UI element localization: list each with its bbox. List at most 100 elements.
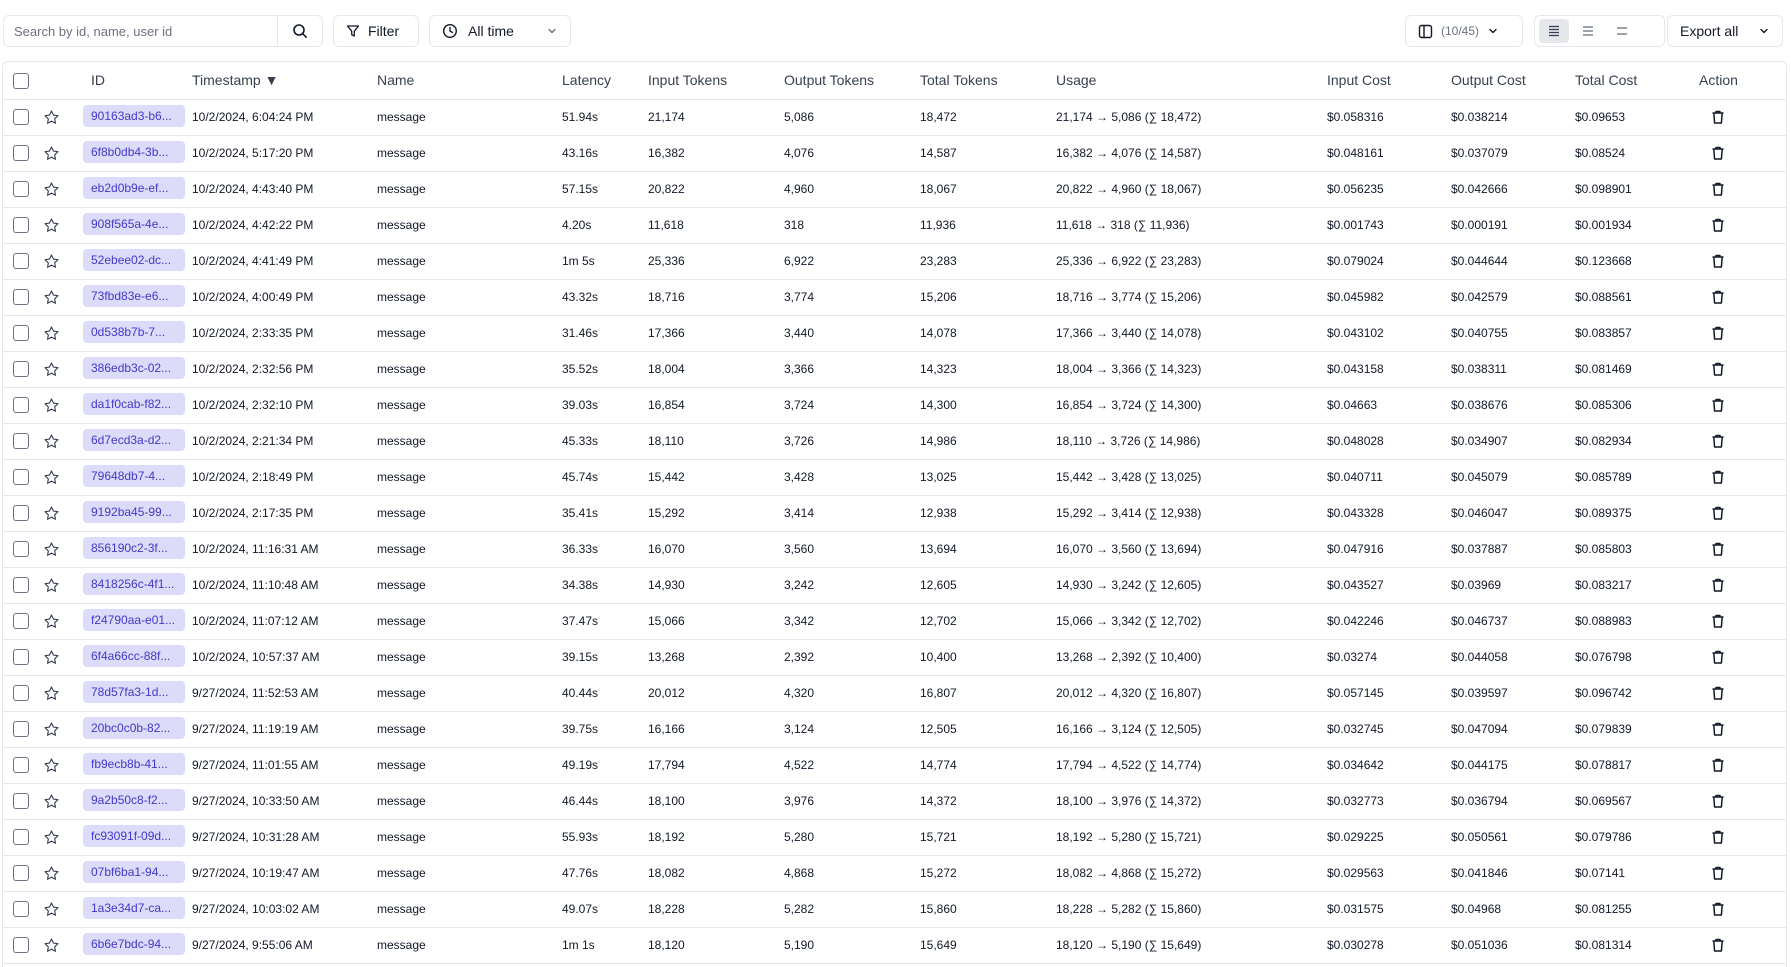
trace-id-link[interactable]: 78d57fa3-1d... bbox=[83, 680, 185, 703]
table-row[interactable]: 9a2b50c8-f2... 9/27/2024, 10:33:50 AM me… bbox=[3, 783, 1786, 820]
delete-button[interactable] bbox=[1699, 109, 1786, 125]
row-checkbox[interactable] bbox=[13, 865, 29, 881]
star-button[interactable] bbox=[43, 361, 81, 378]
header-input-cost[interactable]: Input Cost bbox=[1327, 62, 1451, 100]
header-name[interactable]: Name bbox=[377, 62, 562, 100]
delete-button[interactable] bbox=[1699, 721, 1786, 737]
star-button[interactable] bbox=[43, 577, 81, 594]
delete-button[interactable] bbox=[1699, 685, 1786, 701]
header-usage[interactable]: Usage bbox=[1056, 62, 1327, 100]
row-checkbox[interactable] bbox=[13, 217, 29, 233]
table-row[interactable]: 856190c2-3f... 10/2/2024, 11:16:31 AM me… bbox=[3, 531, 1786, 568]
trace-id-link[interactable]: 6d7ecd3a-d2... bbox=[83, 428, 185, 451]
table-row[interactable]: fb9ecb8b-41... 9/27/2024, 11:01:55 AM me… bbox=[3, 747, 1786, 784]
row-checkbox[interactable] bbox=[13, 181, 29, 197]
delete-button[interactable] bbox=[1699, 829, 1786, 845]
delete-button[interactable] bbox=[1699, 793, 1786, 809]
search-button[interactable] bbox=[277, 16, 322, 46]
row-checkbox[interactable] bbox=[13, 469, 29, 485]
table-row[interactable]: 52ebee02-dc... 10/2/2024, 4:41:49 PM mes… bbox=[3, 243, 1786, 280]
row-checkbox[interactable] bbox=[13, 289, 29, 305]
row-checkbox[interactable] bbox=[13, 145, 29, 161]
delete-button[interactable] bbox=[1699, 325, 1786, 341]
row-checkbox[interactable] bbox=[13, 613, 29, 629]
row-checkbox[interactable] bbox=[13, 397, 29, 413]
delete-button[interactable] bbox=[1699, 577, 1786, 593]
trace-id-link[interactable]: 79648db7-4... bbox=[83, 464, 185, 487]
star-button[interactable] bbox=[43, 109, 81, 126]
delete-button[interactable] bbox=[1699, 145, 1786, 161]
star-button[interactable] bbox=[43, 325, 81, 342]
trace-id-link[interactable]: 1a3e34d7-ca... bbox=[83, 896, 185, 919]
header-timestamp[interactable]: Timestamp ▼ bbox=[192, 62, 377, 100]
row-checkbox[interactable] bbox=[13, 109, 29, 125]
star-button[interactable] bbox=[43, 541, 81, 558]
row-checkbox[interactable] bbox=[13, 433, 29, 449]
star-button[interactable] bbox=[43, 865, 81, 882]
delete-button[interactable] bbox=[1699, 289, 1786, 305]
delete-button[interactable] bbox=[1699, 469, 1786, 485]
header-output-tokens[interactable]: Output Tokens bbox=[784, 62, 920, 100]
row-checkbox[interactable] bbox=[13, 253, 29, 269]
row-checkbox[interactable] bbox=[13, 793, 29, 809]
select-all-checkbox[interactable] bbox=[13, 72, 29, 89]
table-row[interactable]: fc93091f-09d... 9/27/2024, 10:31:28 AM m… bbox=[3, 819, 1786, 856]
header-input-tokens[interactable]: Input Tokens bbox=[648, 62, 784, 100]
trace-id-link[interactable]: 6f8b0db4-3b... bbox=[83, 140, 185, 163]
delete-button[interactable] bbox=[1699, 217, 1786, 233]
table-row[interactable]: 1a3e34d7-ca... 9/27/2024, 10:03:02 AM me… bbox=[3, 891, 1786, 928]
star-button[interactable] bbox=[43, 685, 81, 702]
star-button[interactable] bbox=[43, 217, 81, 234]
delete-button[interactable] bbox=[1699, 757, 1786, 773]
table-row[interactable]: 6d7ecd3a-d2... 10/2/2024, 2:21:34 PM mes… bbox=[3, 423, 1786, 460]
star-button[interactable] bbox=[43, 433, 81, 450]
table-row[interactable]: 9192ba45-99... 10/2/2024, 2:17:35 PM mes… bbox=[3, 495, 1786, 532]
row-checkbox[interactable] bbox=[13, 721, 29, 737]
trace-id-link[interactable]: 6f4a66cc-88f... bbox=[83, 644, 185, 667]
table-row[interactable]: 07bf6ba1-94... 9/27/2024, 10:19:47 AM me… bbox=[3, 855, 1786, 892]
star-button[interactable] bbox=[43, 289, 81, 306]
star-button[interactable] bbox=[43, 793, 81, 810]
time-range-select[interactable]: All time bbox=[429, 15, 571, 47]
table-row[interactable]: eb2d0b9e-ef... 10/2/2024, 4:43:40 PM mes… bbox=[3, 171, 1786, 208]
delete-button[interactable] bbox=[1699, 397, 1786, 413]
table-row[interactable]: 8418256c-4f1... 10/2/2024, 11:10:48 AM m… bbox=[3, 567, 1786, 604]
star-button[interactable] bbox=[43, 757, 81, 774]
delete-button[interactable] bbox=[1699, 937, 1786, 953]
table-row[interactable]: 79648db7-4... 10/2/2024, 2:18:49 PM mess… bbox=[3, 459, 1786, 496]
star-button[interactable] bbox=[43, 829, 81, 846]
trace-id-link[interactable]: 07bf6ba1-94... bbox=[83, 860, 185, 883]
row-checkbox[interactable] bbox=[13, 577, 29, 593]
table-row[interactable]: f24790aa-e01... 10/2/2024, 11:07:12 AM m… bbox=[3, 603, 1786, 640]
table-row[interactable]: 6f8b0db4-3b... 10/2/2024, 5:17:20 PM mes… bbox=[3, 135, 1786, 172]
trace-id-link[interactable]: 90163ad3-b6... bbox=[83, 104, 185, 127]
trace-id-link[interactable]: 9a2b50c8-f2... bbox=[83, 788, 185, 811]
trace-id-link[interactable]: 73fbd83e-e6... bbox=[83, 284, 185, 307]
delete-button[interactable] bbox=[1699, 253, 1786, 269]
header-total-cost[interactable]: Total Cost bbox=[1575, 62, 1699, 100]
header-latency[interactable]: Latency bbox=[562, 62, 648, 100]
row-checkbox[interactable] bbox=[13, 901, 29, 917]
row-checkbox[interactable] bbox=[13, 541, 29, 557]
table-row[interactable]: 90163ad3-b6... 10/2/2024, 6:04:24 PM mes… bbox=[3, 99, 1786, 136]
table-row[interactable]: da1f0cab-f82... 10/2/2024, 2:32:10 PM me… bbox=[3, 387, 1786, 424]
search-input[interactable] bbox=[4, 16, 278, 46]
star-button[interactable] bbox=[43, 397, 81, 414]
trace-id-link[interactable]: 20bc0c0b-82... bbox=[83, 716, 185, 739]
table-row[interactable]: 386edb3c-02... 10/2/2024, 2:32:56 PM mes… bbox=[3, 351, 1786, 388]
trace-id-link[interactable]: eb2d0b9e-ef... bbox=[83, 176, 185, 199]
star-button[interactable] bbox=[43, 901, 81, 918]
columns-button[interactable]: (10/45) bbox=[1405, 15, 1523, 47]
table-row[interactable]: 0d538b7b-7... 10/2/2024, 2:33:35 PM mess… bbox=[3, 315, 1786, 352]
row-checkbox[interactable] bbox=[13, 757, 29, 773]
star-button[interactable] bbox=[43, 253, 81, 270]
star-button[interactable] bbox=[43, 937, 81, 954]
trace-id-link[interactable]: 52ebee02-dc... bbox=[83, 248, 185, 271]
table-row[interactable]: 6f4a66cc-88f... 10/2/2024, 10:57:37 AM m… bbox=[3, 639, 1786, 676]
row-checkbox[interactable] bbox=[13, 829, 29, 845]
star-button[interactable] bbox=[43, 145, 81, 162]
delete-button[interactable] bbox=[1699, 433, 1786, 449]
trace-id-link[interactable]: 856190c2-3f... bbox=[83, 536, 185, 559]
row-checkbox[interactable] bbox=[13, 649, 29, 665]
row-checkbox[interactable] bbox=[13, 505, 29, 521]
